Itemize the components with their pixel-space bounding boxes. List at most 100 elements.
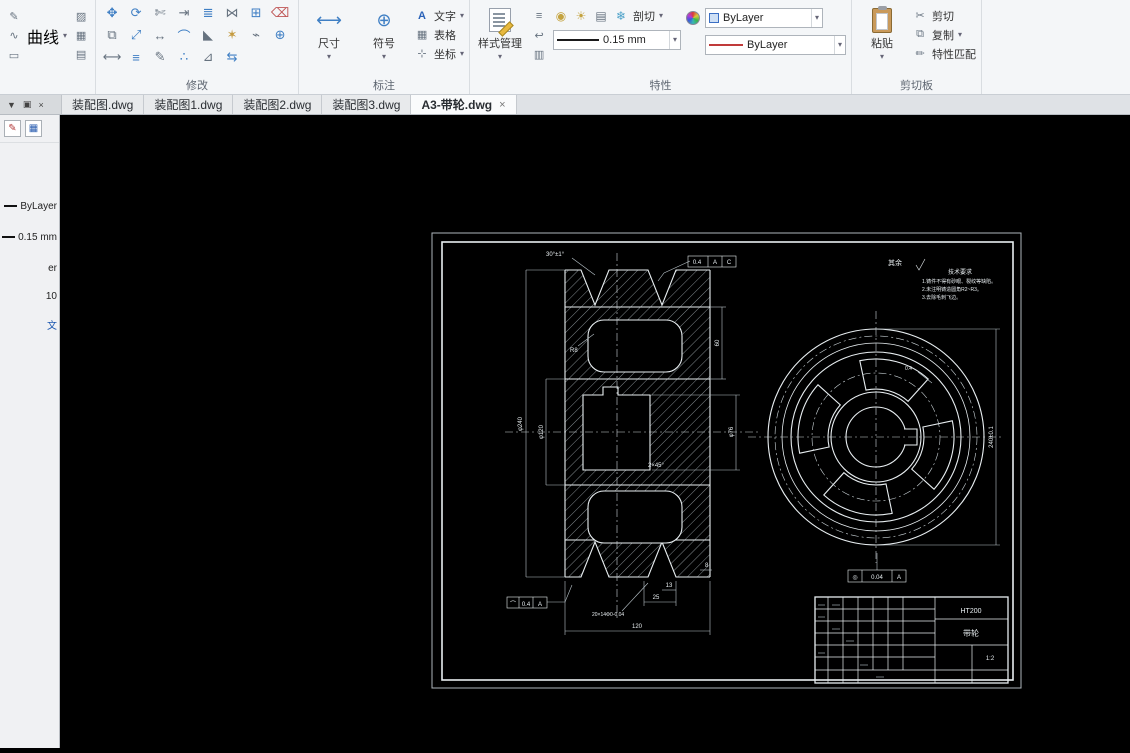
document-tab[interactable]: A3-带轮.dwg × bbox=[411, 95, 517, 114]
flag-bottom-value: 0.4 bbox=[522, 602, 531, 608]
dim-angle: 30°±1° bbox=[546, 252, 565, 258]
section-toggle[interactable]: 剖切 bbox=[633, 8, 655, 24]
copy-icon[interactable]: ⧉ bbox=[101, 25, 123, 45]
properties-palette: ✎ ▦ ByLayer 0.15 mm er 10 文 bbox=[0, 115, 60, 748]
tab-close-icon[interactable]: × bbox=[499, 99, 505, 111]
property-row[interactable]: er bbox=[48, 263, 57, 274]
property-row[interactable]: 0.15 mm bbox=[2, 232, 57, 243]
flag-bottom-datum: A bbox=[538, 602, 542, 608]
match-properties-button[interactable]: ✏ 特性匹配 bbox=[912, 45, 976, 62]
text-label: 文字 bbox=[434, 10, 457, 23]
document-tab[interactable]: 装配图3.dwg bbox=[322, 95, 412, 114]
divide-icon[interactable]: ∴ bbox=[173, 47, 195, 67]
layer-state-icon[interactable]: ▥ bbox=[530, 46, 548, 62]
lengthen-icon[interactable]: ⟷ bbox=[101, 47, 123, 67]
curve-button[interactable]: ∿ 曲线 ▾ bbox=[5, 27, 67, 47]
tab-label: 装配图3.dwg bbox=[332, 98, 401, 112]
property-row[interactable]: ByLayer bbox=[4, 201, 57, 212]
reverse-icon[interactable]: ⇆ bbox=[221, 47, 243, 67]
symbol-button[interactable]: ⊕ 符号 ▾ bbox=[359, 3, 409, 61]
lineweight-swatch-icon bbox=[557, 39, 600, 41]
edit-polyline-icon[interactable]: ✎ bbox=[149, 47, 171, 67]
cut-button[interactable]: ✂ 剪切 bbox=[912, 7, 976, 24]
array-icon[interactable]: ⊞ bbox=[245, 3, 267, 23]
coordinate-button[interactable]: ⊹ 坐标 ▾ bbox=[414, 45, 464, 62]
group-label-modify: 修改 bbox=[186, 80, 209, 92]
cut-label: 剪切 bbox=[932, 10, 955, 23]
trim-icon[interactable]: ✄ bbox=[149, 3, 171, 23]
break-icon[interactable]: ⌁ bbox=[245, 25, 267, 45]
paste-button[interactable]: 粘贴 ▾ bbox=[857, 3, 907, 61]
document-tab[interactable]: 装配图1.dwg bbox=[144, 95, 234, 114]
pin-icon[interactable]: ▣ bbox=[23, 99, 32, 110]
erase-icon[interactable]: ⌫ bbox=[269, 3, 291, 23]
copy-button[interactable]: ⧉ 复制 ▾ bbox=[912, 26, 976, 43]
property-row[interactable]: 10 bbox=[46, 291, 57, 302]
freeze-icon[interactable]: ❄ bbox=[613, 8, 629, 24]
match-properties-icon: ✏ bbox=[915, 48, 925, 60]
measure-icon[interactable]: ⊿ bbox=[197, 47, 219, 67]
lamp-icon[interactable]: ◉ bbox=[553, 8, 569, 24]
fillet-icon[interactable]: ⌒ bbox=[173, 25, 195, 45]
sun-icon[interactable]: ☀ bbox=[573, 8, 589, 24]
move-icon[interactable]: ✥ bbox=[101, 3, 123, 23]
property-value: 10 bbox=[45, 291, 57, 302]
close-icon[interactable]: × bbox=[38, 100, 43, 110]
roughness-note: 其余 bbox=[888, 258, 902, 267]
rect-icon[interactable]: ▭ bbox=[5, 47, 23, 63]
table-button[interactable]: ▦ 表格 bbox=[414, 26, 464, 43]
technical-notes: 其余 技术要求 1.铸件不得有砂眼、裂纹等缺陷。2.未注明铸造圆角R2~R3。3… bbox=[888, 258, 996, 301]
linetype-select[interactable]: ByLayer ▾ bbox=[705, 35, 847, 55]
chamfer-icon[interactable]: ◣ bbox=[197, 25, 219, 45]
offset-icon[interactable]: ≣ bbox=[197, 3, 219, 23]
stretch-icon[interactable]: ↔ bbox=[149, 25, 171, 45]
side-panel-rows: ByLayer 0.15 mm er 10 文 bbox=[0, 115, 59, 748]
layer-previous-icon[interactable]: ↩ bbox=[530, 27, 548, 43]
property-row[interactable]: 文 bbox=[47, 317, 57, 332]
layers-icon[interactable]: ▤ bbox=[593, 8, 609, 24]
front-flag: 0.4 bbox=[905, 366, 912, 372]
join-icon[interactable]: ⊕ bbox=[269, 25, 291, 45]
lineweight-select[interactable]: 0.15 mm ▾ bbox=[553, 30, 682, 50]
mirror-icon[interactable]: ⋈ bbox=[221, 3, 243, 23]
hatch-icon[interactable]: ▨ bbox=[72, 8, 90, 24]
dim-120: 120 bbox=[632, 624, 643, 630]
document-tab[interactable]: 装配图.dwg bbox=[62, 95, 145, 114]
match-layer-icon[interactable]: ≡ bbox=[530, 8, 548, 24]
palette-titlebar: ▼ ▣ × bbox=[0, 95, 62, 114]
line-swatch-icon bbox=[2, 236, 16, 239]
cut-icon: ✂ bbox=[915, 10, 925, 22]
tech-note-line: 3.去除毛刺飞边。 bbox=[922, 294, 961, 301]
drawing-canvas[interactable]: φ240 φ120 φ76 60 30°±1° R8 2×45° 25 13 8… bbox=[60, 115, 1130, 748]
group-label-clipboard: 剪切板 bbox=[900, 80, 934, 92]
layers-icon[interactable]: ▤ bbox=[72, 46, 90, 62]
extend-icon[interactable]: ⇥ bbox=[173, 3, 195, 23]
rotate-icon[interactable]: ⟳ bbox=[125, 3, 147, 23]
scale-icon[interactable]: ⤢ bbox=[125, 25, 147, 45]
color-wheel-icon[interactable] bbox=[686, 11, 701, 25]
dimension-button[interactable]: ⟷ 尺寸 ▾ bbox=[304, 3, 354, 61]
linetype-swatch-icon bbox=[709, 44, 744, 46]
menu-down-icon[interactable]: ▼ bbox=[7, 100, 16, 110]
align-icon[interactable]: ≡ bbox=[125, 47, 147, 67]
ribbon-group-clipboard: 粘贴 ▾ ✂ 剪切 ⧉ 复制 ▾ ✏ 特性匹配 剪切板 bbox=[852, 0, 983, 94]
paste-icon bbox=[872, 5, 893, 33]
tech-note-lines: 1.铸件不得有砂眼、裂纹等缺陷。2.未注明铸造圆角R2~R3。3.去除毛刺飞边。 bbox=[922, 278, 996, 301]
table-icon[interactable]: ▦ bbox=[72, 27, 90, 43]
color-select[interactable]: ByLayer ▾ bbox=[705, 8, 824, 28]
style-manager-button[interactable]: 样式管理 ▾ bbox=[475, 3, 525, 61]
spline-icon: ∿ bbox=[9, 30, 19, 42]
symbol-label: 符号 bbox=[373, 38, 396, 50]
match-properties-label: 特性匹配 bbox=[932, 48, 977, 61]
document-tab[interactable]: 装配图2.dwg bbox=[233, 95, 323, 114]
text-button[interactable]: A 文字 ▾ bbox=[414, 7, 464, 24]
dim-radius: R8 bbox=[570, 348, 578, 354]
explode-icon[interactable]: ✶ bbox=[221, 25, 243, 45]
tech-note-line: 2.未注明铸造圆角R2~R3。 bbox=[922, 286, 982, 293]
tech-note-line: 1.铸件不得有砂眼、裂纹等缺陷。 bbox=[922, 278, 996, 285]
pencil-icon[interactable]: ✎ bbox=[5, 8, 23, 24]
dim-13: 13 bbox=[666, 583, 673, 589]
dim-dia-bore: φ76 bbox=[729, 426, 735, 437]
part-name-label: 带轮 bbox=[963, 628, 979, 638]
dim-60: 60 bbox=[715, 339, 721, 346]
